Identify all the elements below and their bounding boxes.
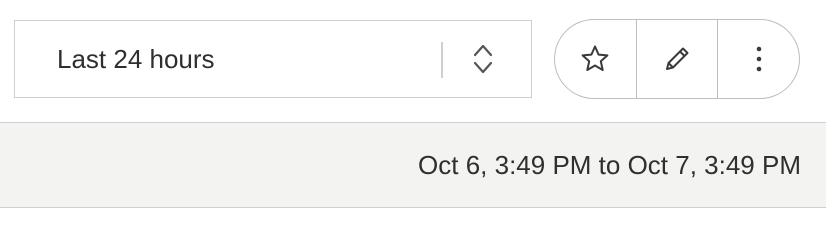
time-range-value: Last 24 hours	[57, 44, 215, 74]
select-divider	[441, 42, 443, 78]
page: Last 24 hours Oct 6, 3:49 PM to Oct 7, 3…	[0, 0, 826, 210]
range-summary-bar: Oct 6, 3:49 PM to Oct 7, 3:49 PM	[0, 122, 826, 208]
chevron-up-down-icon	[463, 39, 503, 79]
toolbar: Last 24 hours	[0, 0, 826, 122]
pencil-icon	[661, 43, 693, 75]
favorite-button[interactable]	[555, 20, 636, 98]
time-range-select[interactable]: Last 24 hours	[14, 20, 532, 98]
date-range-text: Oct 6, 3:49 PM to Oct 7, 3:49 PM	[418, 150, 801, 180]
vertical-ellipsis-icon	[753, 43, 765, 75]
more-options-button[interactable]	[717, 20, 799, 98]
action-button-group	[554, 19, 800, 99]
star-icon	[579, 43, 611, 75]
edit-button[interactable]	[635, 20, 718, 98]
